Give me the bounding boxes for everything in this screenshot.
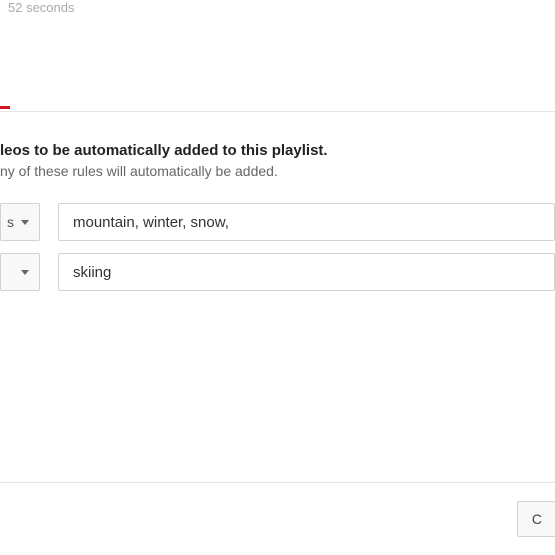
dropdown-label: s — [7, 214, 14, 230]
tab-underline — [0, 106, 10, 109]
content-area: leos to be automatically added to this p… — [0, 112, 555, 291]
rule-row — [0, 253, 555, 291]
footer: C — [0, 482, 555, 555]
section-heading: leos to be automatically added to this p… — [0, 142, 555, 159]
chevron-down-icon — [21, 220, 29, 225]
rule-type-dropdown[interactable]: s — [0, 203, 40, 241]
status-text: 52 seconds — [8, 0, 75, 15]
footer-button-label: C — [532, 511, 542, 527]
footer-button[interactable]: C — [517, 501, 555, 537]
chevron-down-icon — [21, 270, 29, 275]
rule-type-dropdown[interactable] — [0, 253, 40, 291]
rule-value-input[interactable] — [58, 253, 555, 291]
section-subheading: ny of these rules will automatically be … — [0, 163, 555, 179]
rule-row: s — [0, 203, 555, 241]
status-bar: 52 seconds — [0, 0, 555, 20]
tab-bar — [0, 92, 555, 112]
rule-value-input[interactable] — [58, 203, 555, 241]
